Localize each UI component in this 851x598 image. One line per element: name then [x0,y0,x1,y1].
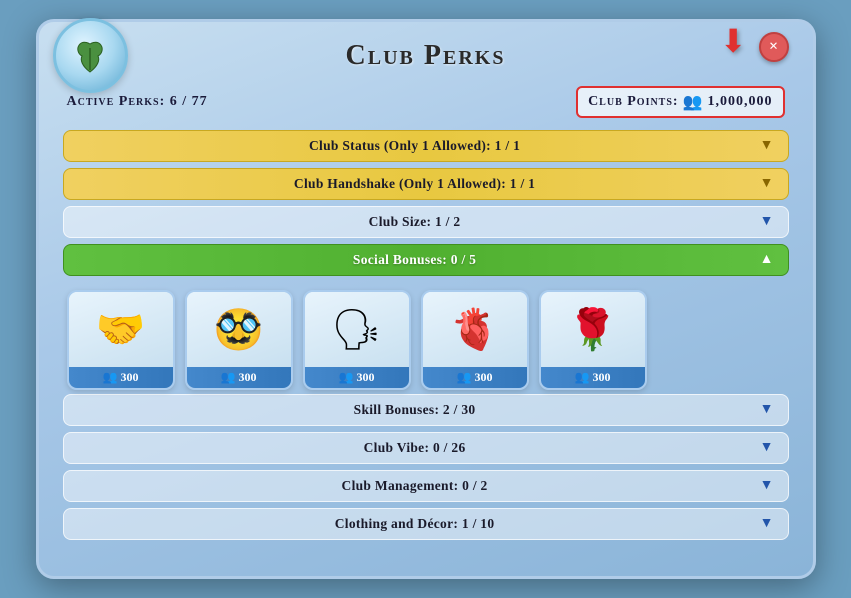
club-logo [53,18,128,93]
chevron-club-status: ▼ [760,138,774,154]
modal-title: Club Perks [346,40,506,72]
close-button[interactable]: × [759,32,789,62]
chevron-club-size: ▼ [760,214,774,230]
people-icon: 👥 [683,92,704,112]
chevron-clothing-decor: ▼ [760,516,774,532]
modal-header: ⬇ Club Perks × [63,40,789,72]
people-icon-perk1: 👥 [103,370,118,385]
section-social-bonuses[interactable]: Social Bonuses: 0 / 5 ▲ [63,244,789,276]
perk-image-brain: 🫀 [421,292,529,367]
people-icon-perk2: 👥 [221,370,236,385]
chevron-club-management: ▼ [760,478,774,494]
perk-card-loud[interactable]: 🗣 👥 300 [303,290,411,390]
arrow-indicator: ⬇ [720,22,747,60]
perk-card-glasses[interactable]: 🥸 👥 300 [185,290,293,390]
perk-image-rose: 🌹 [539,292,647,367]
chevron-skill-bonuses: ▼ [760,402,774,418]
chevron-club-handshake: ▼ [760,176,774,192]
perk-cost-brain: 👥 300 [423,367,527,388]
perk-image-glasses: 🥸 [185,292,293,367]
club-logo-icon [70,36,110,76]
section-clothing-decor[interactable]: Clothing and Décor: 1 / 10 ▼ [63,508,789,540]
perk-card-brain[interactable]: 🫀 👥 300 [421,290,529,390]
perk-image-handshake: 🤝 [67,292,175,367]
people-icon-perk5: 👥 [575,370,590,385]
people-icon-perk4: 👥 [457,370,472,385]
perk-cost-handshake: 👥 300 [69,367,173,388]
modal-container: ⬇ Club Perks × Active Perks: 6 / 77 Club… [36,19,816,579]
perk-image-loud: 🗣 [303,292,411,367]
active-perks-stat: Active Perks: 6 / 77 [67,94,208,110]
perk-card-handshake[interactable]: 🤝 👥 300 [67,290,175,390]
perk-card-rose[interactable]: 🌹 👥 300 [539,290,647,390]
club-points-box: Club Points: 👥 1,000,000 [576,86,784,118]
perk-cost-glasses: 👥 300 [187,367,291,388]
perk-cost-rose: 👥 300 [541,367,645,388]
perk-cost-loud: 👥 300 [305,367,409,388]
people-icon-perk3: 👥 [339,370,354,385]
section-club-management[interactable]: Club Management: 0 / 2 ▼ [63,470,789,502]
stats-bar: Active Perks: 6 / 77 Club Points: 👥 1,00… [63,84,789,120]
section-club-vibe[interactable]: Club Vibe: 0 / 26 ▼ [63,432,789,464]
perks-grid: 🤝 👥 300 🥸 👥 300 🗣 👥 300 🫀 👥 300 [63,282,789,394]
section-club-size[interactable]: Club Size: 1 / 2 ▼ [63,206,789,238]
section-club-status[interactable]: Club Status (Only 1 Allowed): 1 / 1 ▼ [63,130,789,162]
section-skill-bonuses[interactable]: Skill Bonuses: 2 / 30 ▼ [63,394,789,426]
section-club-handshake[interactable]: Club Handshake (Only 1 Allowed): 1 / 1 ▼ [63,168,789,200]
chevron-social-bonuses: ▲ [760,252,774,268]
chevron-club-vibe: ▼ [760,440,774,456]
